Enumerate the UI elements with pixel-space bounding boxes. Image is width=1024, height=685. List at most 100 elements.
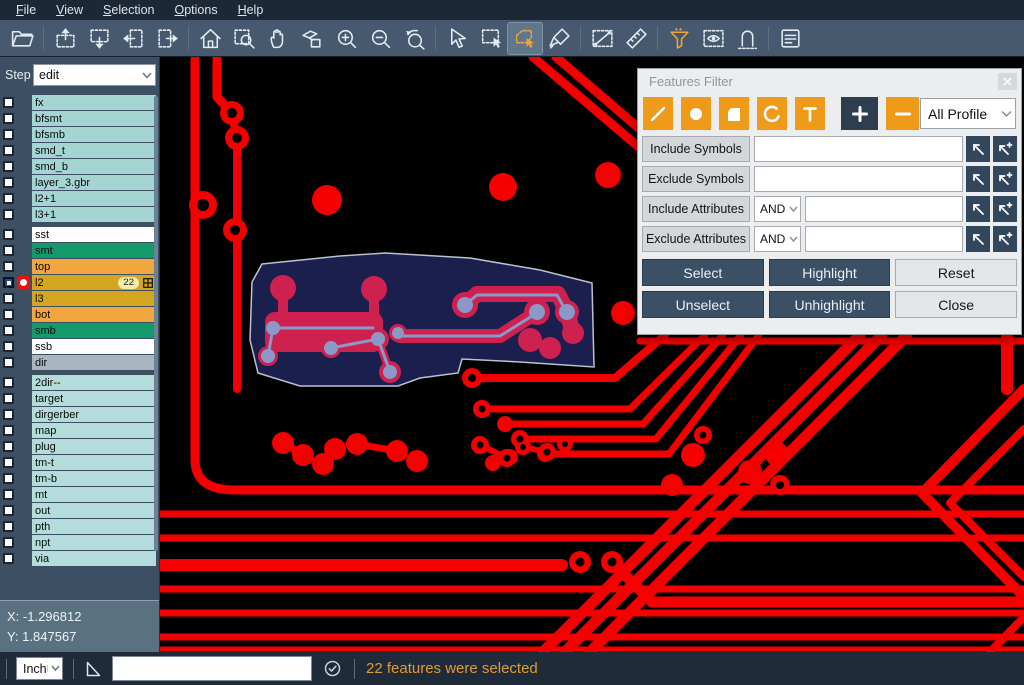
home-view-button[interactable] <box>193 23 227 54</box>
include-attributes-button[interactable]: Include Attributes <box>642 196 750 222</box>
view-options-button[interactable] <box>696 23 730 54</box>
pick-attribute-button[interactable] <box>966 196 990 222</box>
layer-visibility-checkbox[interactable] <box>3 209 14 220</box>
menu-view[interactable]: View <box>46 0 93 20</box>
paint-select-button[interactable] <box>542 23 576 54</box>
pick-add-attribute-button[interactable] <box>993 196 1017 222</box>
snap-mode-button[interactable] <box>730 23 764 54</box>
layer-label[interactable]: bot <box>32 307 156 322</box>
layer-indicator-slot[interactable] <box>17 456 30 469</box>
dialog-close-button[interactable] <box>998 73 1017 90</box>
layer-label[interactable]: out <box>32 503 156 518</box>
exclude-symbols-button[interactable]: Exclude Symbols <box>642 166 750 192</box>
close-button[interactable]: Close <box>895 291 1017 318</box>
layer-row[interactable]: 2dir-- <box>0 375 159 390</box>
layer-label[interactable]: smt <box>32 243 156 258</box>
pan-up-button[interactable] <box>48 23 82 54</box>
layer-visibility-checkbox[interactable] <box>3 357 14 368</box>
layer-indicator-slot[interactable] <box>17 488 30 501</box>
layer-visibility-checkbox[interactable] <box>3 129 14 140</box>
layer-indicator-slot[interactable] <box>17 324 30 337</box>
layer-indicator-slot[interactable] <box>17 260 30 273</box>
layer-visibility-checkbox[interactable] <box>3 245 14 256</box>
layer-label[interactable]: sst <box>32 227 156 242</box>
layer-row[interactable]: bfsmb <box>0 127 159 142</box>
feature-properties-button[interactable] <box>773 23 807 54</box>
layer-row[interactable]: smt <box>0 243 159 258</box>
layer-label[interactable]: bfsmb <box>32 127 156 142</box>
layer-row[interactable]: l3 <box>0 291 159 306</box>
layer-row[interactable]: npt <box>0 535 159 550</box>
layer-label[interactable]: tm-b <box>32 471 156 486</box>
layer-indicator-slot[interactable] <box>17 244 30 257</box>
layer-row[interactable]: via <box>0 551 159 566</box>
layer-row[interactable]: l222 <box>0 275 159 290</box>
layer-indicator-slot[interactable] <box>17 128 30 141</box>
exclude-symbols-input[interactable] <box>754 166 963 192</box>
layer-indicator-slot[interactable] <box>17 472 30 485</box>
open-project-button[interactable] <box>5 23 39 54</box>
layer-label[interactable]: target <box>32 391 156 406</box>
positive-polarity-button[interactable] <box>841 97 878 130</box>
layer-indicator-slot[interactable] <box>17 440 30 453</box>
layer-indicator-slot[interactable] <box>17 292 30 305</box>
exclude-attributes-button[interactable]: Exclude Attributes <box>642 226 750 252</box>
step-select[interactable]: edit <box>33 64 156 86</box>
layer-indicator-slot[interactable] <box>17 112 30 125</box>
layer-row[interactable]: dirgerber <box>0 407 159 422</box>
layer-row[interactable]: smd_t <box>0 143 159 158</box>
layer-indicator-slot[interactable] <box>17 552 30 565</box>
layer-visibility-checkbox[interactable] <box>3 325 14 336</box>
pick-symbol-button[interactable] <box>966 136 990 162</box>
active-layer-indicator[interactable] <box>17 276 30 289</box>
layer-label[interactable]: layer_3.gbr <box>32 175 156 190</box>
layer-indicator-slot[interactable] <box>17 424 30 437</box>
layer-visibility-checkbox[interactable] <box>3 537 14 548</box>
arc-feature-button[interactable] <box>757 97 787 130</box>
layer-visibility-checkbox[interactable] <box>3 261 14 272</box>
layer-row[interactable]: plug <box>0 439 159 454</box>
sync-status-icon[interactable] <box>323 659 342 678</box>
layer-visibility-checkbox[interactable] <box>3 113 14 124</box>
layer-visibility-checkbox[interactable] <box>3 393 14 404</box>
layer-label[interactable]: l3 <box>32 291 156 306</box>
layer-visibility-checkbox[interactable] <box>3 293 14 304</box>
menu-help[interactable]: Help <box>228 0 274 20</box>
select-pointer-button[interactable] <box>440 23 474 54</box>
layer-visibility-checkbox[interactable] <box>3 489 14 500</box>
layer-row[interactable]: smd_b <box>0 159 159 174</box>
layer-row[interactable]: l2+1 <box>0 191 159 206</box>
layer-row[interactable]: sst <box>0 227 159 242</box>
layer-visibility-checkbox[interactable] <box>3 97 14 108</box>
unit-select[interactable]: Inch <box>16 657 63 680</box>
layer-row[interactable]: ssb <box>0 339 159 354</box>
layer-row[interactable]: mt <box>0 487 159 502</box>
layer-visibility-checkbox[interactable] <box>3 505 14 516</box>
layer-label[interactable]: plug <box>32 439 156 454</box>
menu-file[interactable]: File <box>6 0 46 20</box>
layer-visibility-checkbox[interactable] <box>3 309 14 320</box>
layer-row[interactable]: smb <box>0 323 159 338</box>
layer-row[interactable]: map <box>0 423 159 438</box>
layer-visibility-checkbox[interactable] <box>3 521 14 532</box>
pan-left-button[interactable] <box>116 23 150 54</box>
sidebar-scrollbar[interactable] <box>154 96 158 551</box>
layer-indicator-slot[interactable] <box>17 504 30 517</box>
pick-add-attribute-button[interactable] <box>993 226 1017 252</box>
layer-visibility-checkbox[interactable] <box>3 229 14 240</box>
unhighlight-button[interactable]: Unhighlight <box>769 291 891 318</box>
layer-label[interactable]: smb <box>32 323 156 338</box>
layer-indicator-slot[interactable] <box>17 340 30 353</box>
layer-row[interactable]: dir <box>0 355 159 370</box>
layer-label[interactable]: pth <box>32 519 156 534</box>
zoom-out-button[interactable] <box>363 23 397 54</box>
layer-label[interactable]: tm-t <box>32 455 156 470</box>
features-filter-button[interactable] <box>662 23 696 54</box>
layer-row[interactable]: out <box>0 503 159 518</box>
layer-label[interactable]: dir <box>32 355 156 370</box>
reset-button[interactable]: Reset <box>895 259 1017 286</box>
layer-indicator-slot[interactable] <box>17 160 30 173</box>
layer-visibility-checkbox[interactable] <box>3 441 14 452</box>
zoom-area-button[interactable] <box>295 23 329 54</box>
layer-label[interactable]: via <box>32 551 156 566</box>
